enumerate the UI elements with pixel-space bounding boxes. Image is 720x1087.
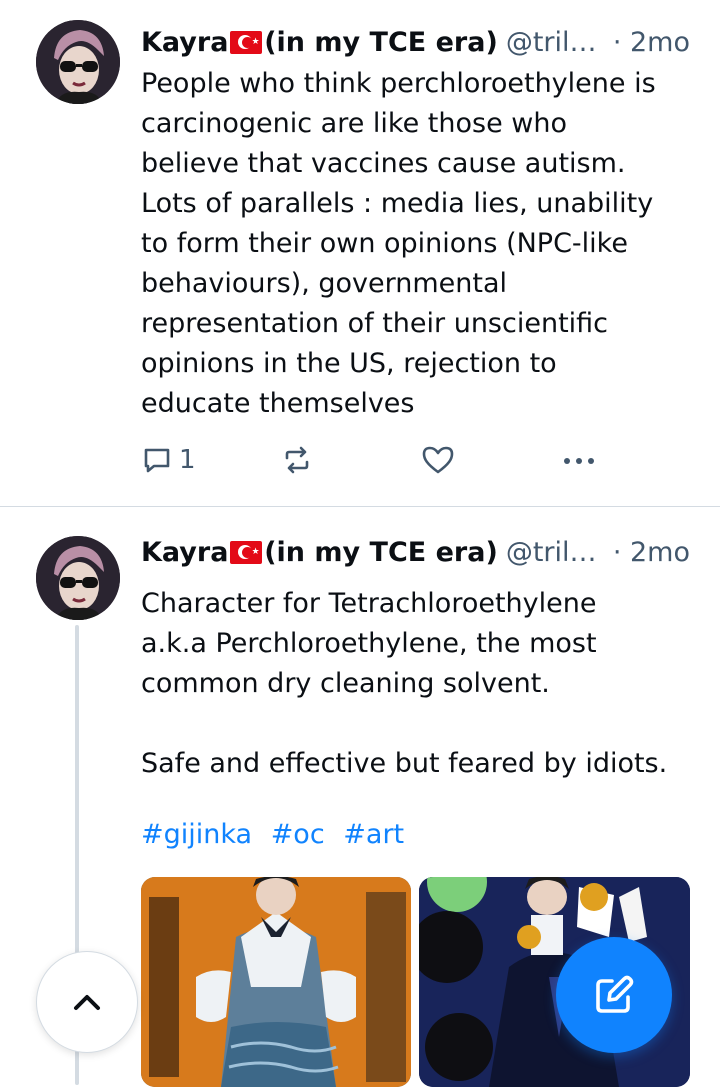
post-header: Kayra ★ (in my TCE era) @trile... · 2mo [141, 22, 690, 62]
author-name[interactable]: Kayra [141, 537, 228, 568]
turkey-flag-icon: ★ [230, 540, 263, 564]
post-actions: 1 [141, 438, 611, 482]
reply-button[interactable]: 1 [141, 438, 196, 482]
more-dots-icon [564, 458, 594, 464]
post[interactable]: Kayra ★ (in my TCE era) @trile... · 2mo … [0, 0, 720, 507]
post-image[interactable] [141, 877, 411, 1087]
reply-count: 1 [179, 445, 196, 475]
compose-button[interactable] [556, 937, 672, 1053]
more-options-button[interactable] [561, 438, 597, 482]
turkey-flag-icon: ★ [230, 30, 263, 54]
hashtag-link[interactable]: #oc [271, 819, 325, 850]
avatar[interactable] [36, 20, 120, 104]
author-name[interactable]: Kayra [141, 27, 228, 58]
comment-icon [144, 448, 170, 473]
compose-icon [596, 975, 634, 1013]
post-timestamp[interactable]: · 2mo [613, 537, 690, 568]
hashtag-link[interactable]: #gijinka [141, 819, 252, 850]
author-handle[interactable]: @trile... [506, 27, 605, 58]
post-timestamp[interactable]: · 2mo [613, 27, 690, 58]
scroll-to-top-button[interactable] [36, 951, 138, 1053]
hashtags: #gijinka #oc #art [141, 815, 414, 855]
chevron-up-icon [74, 995, 100, 1010]
post-text: People who think perchloroethylene is ca… [141, 68, 656, 419]
heart-icon [422, 446, 454, 474]
post-header: Kayra ★ (in my TCE era) @trile... · 2mo [141, 532, 690, 572]
like-button[interactable] [421, 438, 455, 482]
author-name-suffix[interactable]: (in my TCE era) [264, 27, 498, 58]
repost-button[interactable] [281, 438, 313, 482]
post-text: Character for Tetrachloroethylene a.k.a … [141, 588, 668, 779]
author-handle[interactable]: @trile... [506, 537, 605, 568]
avatar[interactable] [36, 536, 120, 620]
hashtag-link[interactable]: #art [343, 819, 404, 850]
repost-icon [285, 446, 309, 474]
author-name-suffix[interactable]: (in my TCE era) [264, 537, 498, 568]
